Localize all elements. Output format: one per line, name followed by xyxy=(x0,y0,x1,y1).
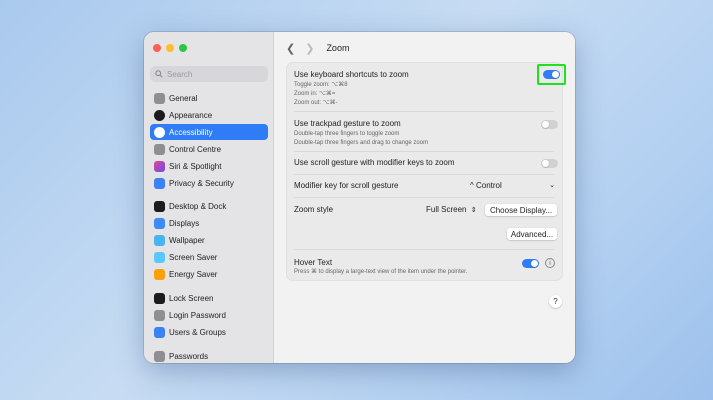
zoom-style-value: Full Screen xyxy=(426,205,467,214)
key-icon xyxy=(154,309,165,321)
dock-icon xyxy=(154,200,165,212)
sidebar-item-label: Siri & Spotlight xyxy=(169,161,222,171)
keyboard-shortcuts-row: Use keyboard shortcuts to zoom Toggle zo… xyxy=(294,70,554,108)
info-icon[interactable]: i xyxy=(545,258,555,268)
close-window-button[interactable] xyxy=(153,44,161,52)
hand-icon xyxy=(154,177,165,189)
keyboard-shortcuts-title: Use keyboard shortcuts to zoom xyxy=(294,70,409,79)
scroll-gesture-row: Use scroll gesture with modifier keys to… xyxy=(294,158,554,167)
sidebar-item-label: Displays xyxy=(169,218,200,228)
sidebar-item-screen-saver[interactable]: Screen Saver xyxy=(150,249,268,265)
battery-icon xyxy=(154,268,165,280)
back-chevron-icon[interactable]: ❮ xyxy=(286,42,295,55)
sidebar-item-label: Desktop & Dock xyxy=(169,201,227,211)
modifier-key-value: ^ Control xyxy=(470,181,502,190)
divider xyxy=(294,249,554,250)
maximize-window-button[interactable] xyxy=(179,44,187,52)
search-icon xyxy=(155,70,163,78)
divider xyxy=(294,174,554,175)
accessibility-icon xyxy=(154,126,165,138)
trackpad-gesture-row: Use trackpad gesture to zoom Double-tap … xyxy=(294,119,554,148)
lock-icon xyxy=(154,292,165,304)
divider xyxy=(294,197,554,198)
sidebar-item-control-centre[interactable]: Control Centre xyxy=(150,141,268,157)
sidebar-item-general[interactable]: General xyxy=(150,90,268,106)
sidebar-item-displays[interactable]: Displays xyxy=(150,215,268,231)
scroll-gesture-toggle[interactable] xyxy=(541,159,558,168)
choose-display-button[interactable]: Choose Display... xyxy=(485,204,557,216)
zoom-style-select[interactable]: Full Screen ⇕ xyxy=(426,205,477,214)
siri-icon xyxy=(154,160,165,172)
sidebar-item-label: General xyxy=(169,93,198,103)
sidebar-item-label: Appearance xyxy=(169,110,213,120)
sidebar-item-passwords[interactable]: Passwords xyxy=(150,348,268,363)
traffic-lights xyxy=(153,44,187,52)
sidebar-item-energy-saver[interactable]: Energy Saver xyxy=(150,266,268,282)
forward-chevron-icon[interactable]: ❯ xyxy=(305,42,314,55)
sidebar-item-users-groups[interactable]: Users & Groups xyxy=(150,324,268,340)
hover-text-title: Hover Text xyxy=(294,258,333,267)
modifier-key-select[interactable]: ^ Control ⌄ xyxy=(470,181,555,190)
zoom-settings-card: Use keyboard shortcuts to zoom Toggle zo… xyxy=(286,62,566,281)
advanced-button[interactable]: Advanced... xyxy=(507,228,557,240)
users-icon xyxy=(154,326,165,338)
hover-text-toggle[interactable] xyxy=(522,259,539,268)
trackpad-toggle-hint: Double-tap three fingers to toggle zoom xyxy=(294,131,400,137)
search-placeholder: Search xyxy=(167,69,193,79)
sidebar-item-label: Login Password xyxy=(169,310,226,320)
hover-text-row: Hover Text Press ⌘ to display a large-te… xyxy=(294,258,554,277)
search-input[interactable]: Search xyxy=(150,66,268,82)
sidebar-item-privacy-security[interactable]: Privacy & Security xyxy=(150,175,268,191)
sidebar-group-accounts: Passwords xyxy=(150,348,268,363)
wallpaper-icon xyxy=(154,234,165,246)
display-icon xyxy=(154,217,165,229)
control-centre-icon xyxy=(154,143,165,155)
sidebar-item-desktop-dock[interactable]: Desktop & Dock xyxy=(150,198,268,214)
divider xyxy=(294,151,554,152)
help-button[interactable]: ? xyxy=(549,295,562,308)
sidebar-group-security: Lock Screen Login Password Users & Group… xyxy=(150,290,268,341)
sidebar-item-label: Accessibility xyxy=(169,127,213,137)
sidebar: Search General Appearance Accessibility … xyxy=(144,32,274,363)
sidebar-item-label: Lock Screen xyxy=(169,293,214,303)
up-down-chevron-icon: ⇕ xyxy=(470,207,477,214)
trackpad-gesture-toggle[interactable] xyxy=(541,120,558,129)
sidebar-item-label: Privacy & Security xyxy=(169,178,234,188)
toggle-zoom-shortcut: Toggle zoom: ⌥⌘8 xyxy=(294,82,348,88)
sidebar-item-wallpaper[interactable]: Wallpaper xyxy=(150,232,268,248)
divider xyxy=(294,111,554,112)
main-pane: ❮ ❯ Zoom Use keyboard shortcuts to zoom … xyxy=(274,32,575,363)
sidebar-item-appearance[interactable]: Appearance xyxy=(150,107,268,123)
toolbar: ❮ ❯ Zoom xyxy=(274,32,575,64)
sidebar-group-display: Desktop & Dock Displays Wallpaper Screen… xyxy=(150,198,268,283)
screen-saver-icon xyxy=(154,251,165,263)
sidebar-item-accessibility[interactable]: Accessibility xyxy=(150,124,268,140)
sidebar-item-label: Wallpaper xyxy=(169,235,205,245)
page-title: Zoom xyxy=(326,43,350,53)
sidebar-item-label: Energy Saver xyxy=(169,269,218,279)
passwords-key-icon xyxy=(154,350,165,362)
zoom-out-shortcut: Zoom out: ⌥⌘- xyxy=(294,100,338,106)
chevron-down-icon: ⌄ xyxy=(549,182,555,189)
sidebar-item-siri-spotlight[interactable]: Siri & Spotlight xyxy=(150,158,268,174)
trackpad-drag-hint: Double-tap three fingers and drag to cha… xyxy=(294,140,429,146)
appearance-icon xyxy=(154,109,165,121)
minimize-window-button[interactable] xyxy=(166,44,174,52)
gear-icon xyxy=(154,92,165,104)
hover-text-subtitle: Press ⌘ to display a large-text view of … xyxy=(294,269,468,275)
zoom-in-shortcut: Zoom in: ⌥⌘= xyxy=(294,91,336,97)
sidebar-group-system: General Appearance Accessibility Control… xyxy=(150,90,268,192)
trackpad-gesture-title: Use trackpad gesture to zoom xyxy=(294,119,401,128)
sidebar-item-label: Users & Groups xyxy=(169,327,226,337)
keyboard-shortcuts-toggle[interactable] xyxy=(543,70,560,79)
scroll-gesture-title: Use scroll gesture with modifier keys to… xyxy=(294,158,455,167)
sidebar-item-login-password[interactable]: Login Password xyxy=(150,307,268,323)
sidebar-item-lock-screen[interactable]: Lock Screen xyxy=(150,290,268,306)
sidebar-item-label: Passwords xyxy=(169,351,209,361)
sidebar-item-label: Screen Saver xyxy=(169,252,218,262)
settings-window: Search General Appearance Accessibility … xyxy=(144,32,575,363)
sidebar-item-label: Control Centre xyxy=(169,144,222,154)
